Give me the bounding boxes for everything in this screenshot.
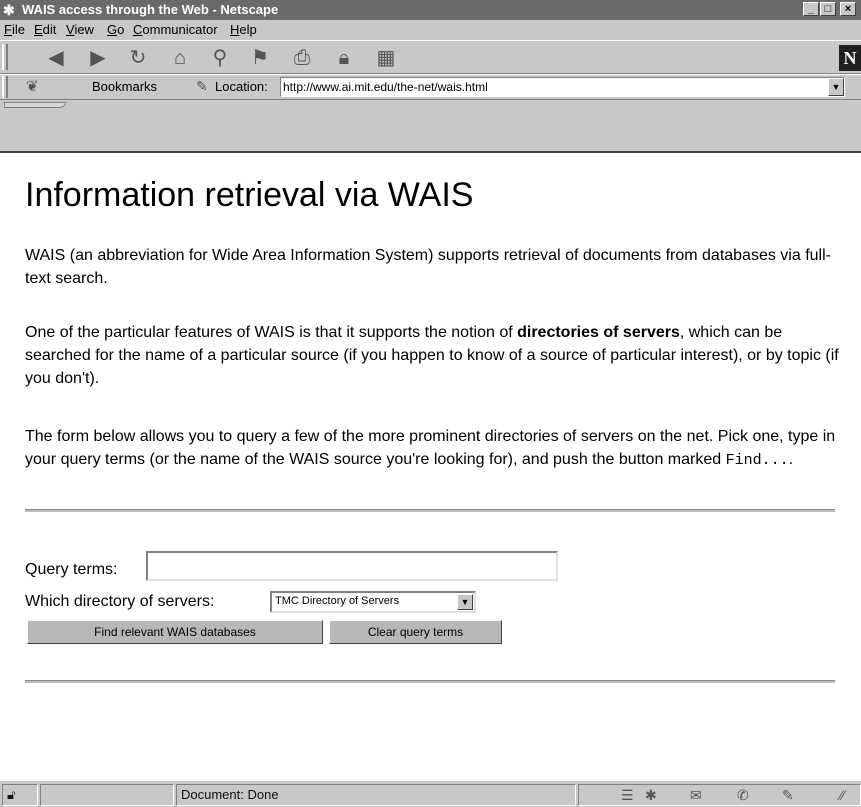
form-instructions-paragraph: The form below allows you to query a few…: [25, 425, 845, 472]
directory-select[interactable]: TMC Directory of Servers ▼: [270, 591, 476, 613]
find-code-text: Find...: [725, 452, 789, 469]
instructions-text-post: .: [788, 451, 794, 468]
collapsed-toolbar-tab[interactable]: [4, 102, 66, 108]
netscape-logo: N: [839, 45, 861, 71]
navigation-toolbar: ◀ ▶ ↻ ⌂ ⚲ ⚑ ⎙ 🔒︎ ▦ N: [0, 40, 861, 74]
netscape-icon[interactable]: ✱: [645, 787, 657, 804]
progress-cell: [40, 784, 174, 806]
directory-label: Which directory of servers:: [25, 593, 215, 610]
navigator-icon[interactable]: ☰: [621, 787, 634, 804]
bookmarks-icon[interactable]: ❦: [26, 77, 39, 95]
query-terms-label: Query terms:: [25, 561, 118, 578]
personal-toolbar: [0, 100, 861, 151]
forward-icon[interactable]: ▶: [84, 46, 112, 70]
location-toolbar: ❦ Bookmarks ✎ Location: http://www.ai.mi…: [0, 74, 861, 100]
clear-query-button[interactable]: Clear query terms: [329, 620, 502, 644]
status-text: Document: Done: [176, 784, 576, 806]
resize-grip-icon[interactable]: ⁄⁄: [840, 787, 845, 803]
bookmarks-button[interactable]: Bookmarks: [92, 79, 157, 94]
query-terms-input[interactable]: [146, 551, 558, 581]
reload-icon[interactable]: ↻: [124, 46, 152, 70]
menu-go[interactable]: Go: [107, 22, 124, 37]
url-dropdown-button[interactable]: ▼: [828, 78, 844, 96]
find-databases-button[interactable]: Find relevant WAIS databases: [27, 620, 323, 644]
toolbar-grip[interactable]: [2, 44, 8, 70]
menu-edit[interactable]: Edit: [34, 22, 56, 37]
lock-icon: 🔓︎: [7, 787, 16, 802]
location-label: Location:: [215, 79, 268, 94]
composer-icon[interactable]: ✎: [782, 787, 794, 804]
url-input[interactable]: http://www.ai.mit.edu/the-net/wais.html: [280, 77, 845, 97]
instructions-text-pre: The form below allows you to query a few…: [25, 428, 836, 468]
title-bar: ✱ WAIS access through the Web - Netscape…: [0, 0, 861, 20]
security-status-cell[interactable]: 🔓︎: [2, 784, 38, 806]
directories-paragraph: One of the particular features of WAIS i…: [25, 321, 845, 390]
mail-icon[interactable]: ✉: [690, 787, 702, 804]
minimize-button[interactable]: _: [803, 2, 819, 16]
page-title: Information retrieval via WAIS: [25, 176, 474, 214]
stop-icon[interactable]: ▦: [372, 46, 400, 70]
guide-icon[interactable]: ⚑: [246, 46, 274, 70]
back-icon[interactable]: ◀: [42, 46, 70, 70]
directories-of-servers-term: directories of servers: [517, 324, 680, 341]
horizontal-rule-top: [25, 509, 835, 513]
location-icon: ✎: [196, 78, 208, 94]
menu-communicator[interactable]: Communicator: [133, 22, 218, 37]
security-icon[interactable]: 🔒︎: [330, 46, 358, 70]
discussions-icon[interactable]: ✆: [737, 787, 749, 804]
print-icon[interactable]: ⎙: [288, 46, 316, 70]
horizontal-rule-bottom: [25, 680, 835, 684]
menu-bar: File Edit View Go Communicator Help: [0, 20, 861, 39]
home-icon[interactable]: ⌂: [166, 46, 194, 70]
directories-text-pre: One of the particular features of WAIS i…: [25, 324, 518, 341]
chevron-down-icon[interactable]: ▼: [457, 594, 473, 610]
netscape-app-icon[interactable]: ✱: [3, 2, 19, 18]
close-button[interactable]: ×: [840, 2, 856, 16]
intro-paragraph: WAIS (an abbreviation for Wide Area Info…: [25, 247, 831, 287]
menu-file[interactable]: File: [4, 22, 25, 37]
search-icon[interactable]: ⚲: [206, 46, 234, 70]
window-title: WAIS access through the Web - Netscape: [22, 2, 279, 17]
status-bar: 🔓︎ Document: Done ☰ ✱ ✉ ✆ ✎ ⁄⁄: [0, 780, 861, 807]
menu-view[interactable]: View: [66, 22, 94, 37]
directory-selected-value: TMC Directory of Servers: [275, 595, 400, 607]
location-grip[interactable]: [2, 76, 8, 98]
maximize-button[interactable]: □: [820, 2, 836, 16]
menu-help[interactable]: Help: [230, 22, 257, 37]
